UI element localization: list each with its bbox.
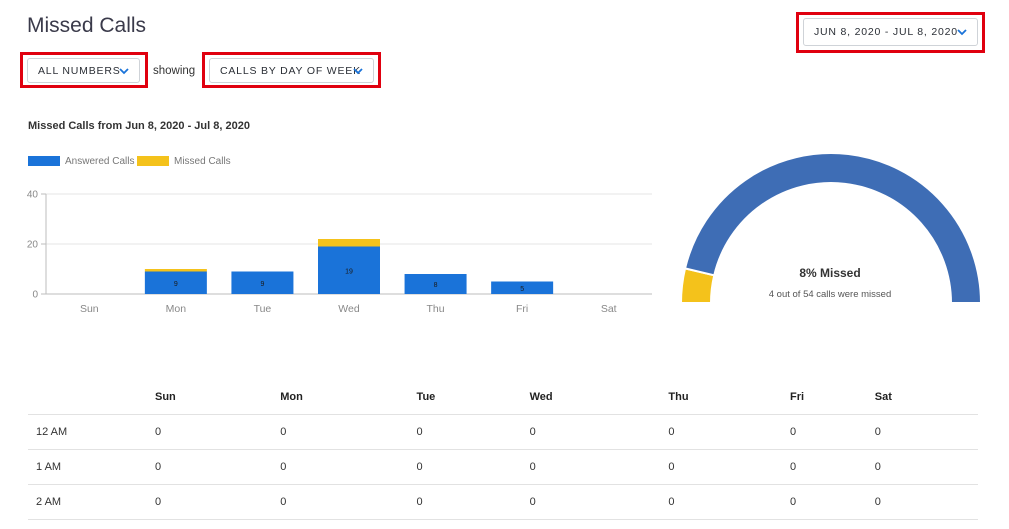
view-dropdown-label: CALLS BY DAY OF WEEK xyxy=(220,64,361,77)
gauge-slice-answered[interactable] xyxy=(683,152,983,304)
table-cell: 0 xyxy=(789,414,875,450)
x-tick-label: Wed xyxy=(338,303,360,315)
view-dropdown[interactable]: CALLS BY DAY OF WEEK xyxy=(209,58,374,83)
x-tick-label: Tue xyxy=(254,303,272,315)
column-header: Wed xyxy=(529,380,669,415)
table-cell: 0 xyxy=(416,449,530,485)
table-cell: 0 xyxy=(280,414,417,450)
chevron-down-icon xyxy=(957,29,967,36)
chevron-down-icon xyxy=(353,67,363,74)
table-cell: 0 xyxy=(280,484,417,520)
gauge-title: 8% Missed xyxy=(799,266,861,280)
column-header: Fri xyxy=(789,380,875,415)
bar-missed[interactable] xyxy=(144,269,207,272)
table-row: 12 AM 0 0 0 0 0 0 0 xyxy=(28,414,978,450)
legend-swatch-missed xyxy=(137,156,169,166)
row-hour-label: 12 AM xyxy=(28,414,155,450)
gauge-subtitle: 4 out of 54 calls were missed xyxy=(768,289,892,300)
table-cell: 0 xyxy=(280,449,417,485)
column-header: Tue xyxy=(416,380,530,415)
column-header: Mon xyxy=(280,380,417,415)
x-tick-label: Mon xyxy=(166,303,187,315)
bar-missed[interactable] xyxy=(318,239,380,247)
table-cell: 0 xyxy=(529,484,669,520)
table-cell: 0 xyxy=(529,414,669,450)
table-cell: 0 xyxy=(416,484,530,520)
data-label: 19 xyxy=(345,268,353,275)
x-tick-label: Fri xyxy=(516,303,528,315)
table-cell: 0 xyxy=(155,484,281,520)
table-cell: 0 xyxy=(668,484,790,520)
x-tick-label: Sun xyxy=(80,303,99,315)
legend-label-missed: Missed Calls xyxy=(174,155,231,167)
table-cell: 0 xyxy=(416,414,530,450)
data-label: 5 xyxy=(520,286,524,293)
y-tick-label: 40 xyxy=(27,190,39,201)
date-range-label: JUN 8, 2020 - JUL 8, 2020 xyxy=(814,26,958,38)
y-tick-label: 0 xyxy=(32,290,38,301)
data-label: 8 xyxy=(434,282,438,289)
column-header: Thu xyxy=(668,380,790,415)
table-cell: 0 xyxy=(874,449,978,485)
column-header: Sat xyxy=(874,380,978,415)
x-tick-label: Thu xyxy=(427,303,445,315)
table-cell: 0 xyxy=(668,449,790,485)
table-header-row: Sun Mon Tue Wed Thu Fri Sat xyxy=(28,380,978,415)
legend-missed[interactable]: Missed Calls xyxy=(137,155,231,167)
chart-title: Missed Calls from Jun 8, 2020 - Jul 8, 2… xyxy=(28,120,250,132)
numbers-dropdown[interactable]: ALL NUMBERS xyxy=(27,58,140,83)
bar-chart: 0 20 40 Sun 9 Mon 9 Tue 19 Wed 8 Thu 5 Fri Sat xyxy=(27,190,652,315)
date-range-dropdown[interactable]: JUN 8, 2020 - JUL 8, 2020 xyxy=(803,18,978,46)
column-header xyxy=(28,380,155,415)
table-cell: 0 xyxy=(874,414,978,450)
table-cell: 0 xyxy=(789,449,875,485)
table-cell: 0 xyxy=(155,449,281,485)
calls-by-hour-table: Sun Mon Tue Wed Thu Fri Sat 12 AM 0 0 0 0 0 0 0 1 AM 0 0… xyxy=(28,380,978,520)
table-cell: 0 xyxy=(874,484,978,520)
x-tick-label: Sat xyxy=(601,303,617,315)
numbers-dropdown-label: ALL NUMBERS xyxy=(38,64,121,77)
y-tick-label: 20 xyxy=(27,240,39,251)
table-cell: 0 xyxy=(155,414,281,450)
table-cell: 0 xyxy=(789,484,875,520)
data-label: 9 xyxy=(260,281,264,288)
table-row: 2 AM 0 0 0 0 0 0 0 xyxy=(28,484,978,520)
page-title: Missed Calls xyxy=(27,14,147,37)
legend-label-answered: Answered Calls xyxy=(65,155,135,167)
data-label: 9 xyxy=(174,281,178,288)
showing-label: showing xyxy=(153,65,196,77)
row-hour-label: 2 AM xyxy=(28,484,155,520)
legend-swatch-answered xyxy=(28,156,60,166)
table-cell: 0 xyxy=(668,414,790,450)
legend-answered[interactable]: Answered Calls xyxy=(28,155,134,167)
table-row: 1 AM 0 0 0 0 0 0 0 xyxy=(28,449,978,485)
column-header: Sun xyxy=(155,380,281,415)
table-cell: 0 xyxy=(529,449,669,485)
chevron-down-icon xyxy=(119,67,129,74)
row-hour-label: 1 AM xyxy=(28,449,155,485)
